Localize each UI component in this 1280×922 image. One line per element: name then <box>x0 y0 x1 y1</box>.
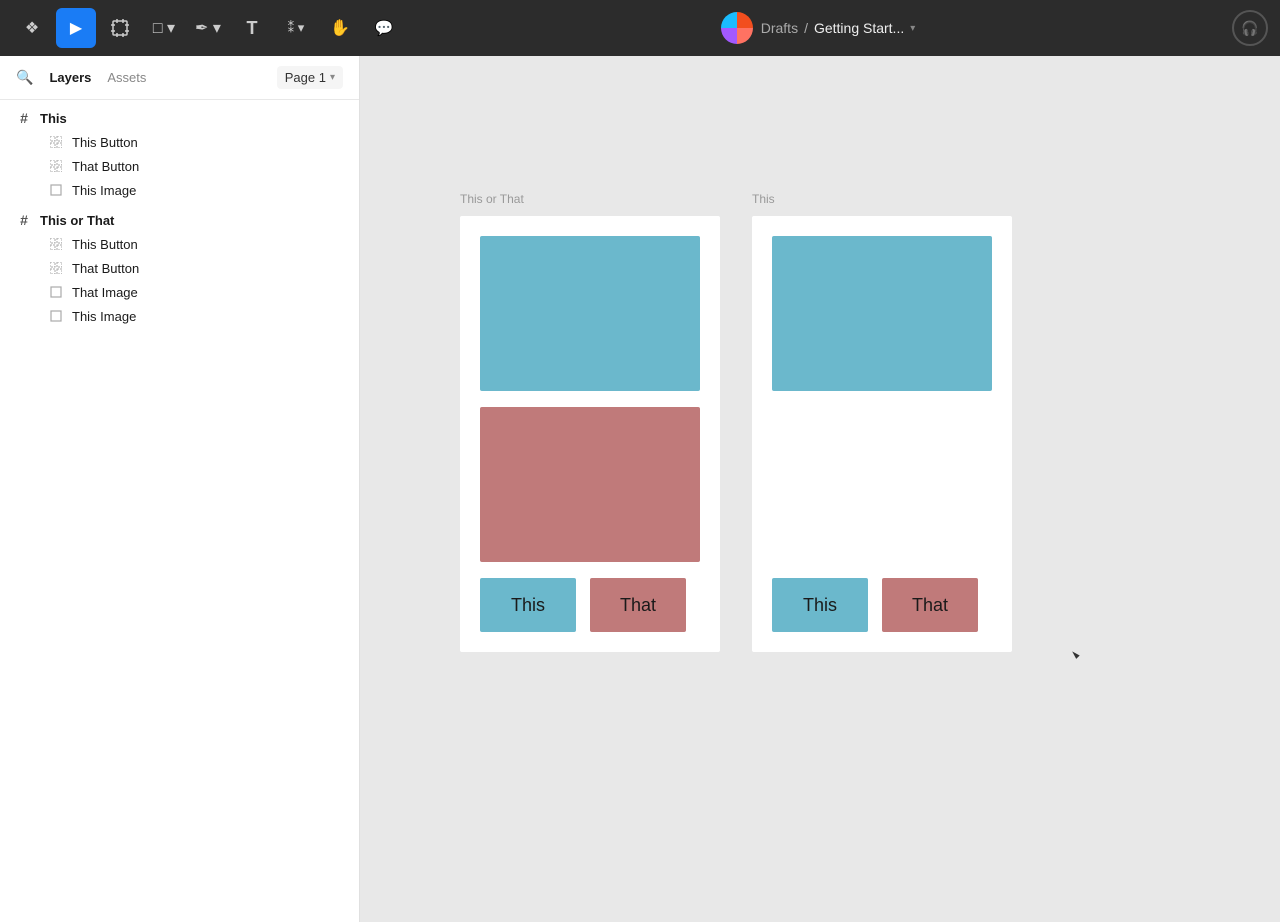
breadcrumb-sep: / <box>804 20 808 36</box>
buttons-row-1: This That <box>480 578 700 632</box>
canvas[interactable]: This or That This That This Th <box>360 56 1280 922</box>
layer-this-image-2[interactable]: This Image <box>0 304 359 328</box>
grid-icon-4 <box>48 260 64 276</box>
layer-that-button-2[interactable]: That Button <box>0 256 359 280</box>
layer-group-this-or-that-label: This or That <box>40 213 114 228</box>
main-area: 🔍 Layers Assets Page 1 ▾ # This This But… <box>0 56 1280 922</box>
hash-icon-this: # <box>16 110 32 126</box>
toolbar: ❖ ▶ □ ▾ ✒ ▾ T ⁑ ▾ ✋ 💬 Drafts / Getting S… <box>0 0 1280 56</box>
select-tool-button[interactable]: ▶ <box>56 8 96 48</box>
layer-that-button-1-label: That Button <box>72 159 139 174</box>
sidebar-header: 🔍 Layers Assets Page 1 ▾ <box>0 56 359 100</box>
tab-assets[interactable]: Assets <box>107 66 146 89</box>
layer-this-image-2-label: This Image <box>72 309 136 324</box>
text-tool-button[interactable]: T <box>232 8 272 48</box>
frame-this[interactable]: This That <box>752 216 1012 652</box>
headphones-button[interactable]: 🎧 <box>1232 10 1268 46</box>
layer-that-image[interactable]: That Image <box>0 280 359 304</box>
figma-logo <box>721 12 753 44</box>
that-button-frame2[interactable]: That <box>882 578 978 632</box>
page-chevron: ▾ <box>330 72 335 83</box>
component-tool-button[interactable]: ❖ <box>12 8 52 48</box>
rect-icon-1 <box>48 182 64 198</box>
page-selector[interactable]: Page 1 ▾ <box>277 66 343 89</box>
sidebar: 🔍 Layers Assets Page 1 ▾ # This This But… <box>0 56 360 922</box>
layer-that-button-2-label: That Button <box>72 261 139 276</box>
this-button-frame1[interactable]: This <box>480 578 576 632</box>
layer-that-button-1[interactable]: That Button <box>0 154 359 178</box>
layer-this-image-1-label: This Image <box>72 183 136 198</box>
breadcrumb-current[interactable]: Getting Start... <box>814 20 904 36</box>
frame-this-or-that-wrapper: This or That This That <box>460 216 720 652</box>
frame-this-or-that-label: This or That <box>460 192 524 206</box>
layer-this-button-2-label: This Button <box>72 237 138 252</box>
comment-tool-button[interactable]: 💬 <box>364 8 404 48</box>
tab-layers[interactable]: Layers <box>49 66 91 89</box>
layer-this-button-2[interactable]: This Button <box>0 232 359 256</box>
breadcrumb-area: Drafts / Getting Start... ▾ <box>721 12 916 44</box>
rect-icon-2 <box>48 284 64 300</box>
layer-group-this[interactable]: # This <box>0 106 359 130</box>
layers-panel: # This This Button That Button This Ima <box>0 100 359 334</box>
layer-that-image-label: That Image <box>72 285 138 300</box>
component-set-button[interactable]: ⁑ ▾ <box>276 8 316 48</box>
page-label: Page 1 <box>285 70 326 85</box>
grid-icon-2 <box>48 158 64 174</box>
breadcrumb: Drafts / Getting Start... ▾ <box>761 20 916 36</box>
grid-icon-3 <box>48 236 64 252</box>
frame-this-wrapper: This This That <box>752 216 1012 652</box>
grid-icon-1 <box>48 134 64 150</box>
frame-this-or-that[interactable]: This That <box>460 216 720 652</box>
layer-this-image-1[interactable]: This Image <box>0 178 359 202</box>
rect-icon-3 <box>48 308 64 324</box>
layer-group-this-label: This <box>40 111 67 126</box>
hash-icon-this-or-that: # <box>16 212 32 228</box>
pink-rect-1 <box>480 407 700 562</box>
canvas-content: This or That This That This Th <box>460 216 1012 652</box>
layer-this-button-1-label: This Button <box>72 135 138 150</box>
search-icon[interactable]: 🔍 <box>16 69 33 86</box>
layer-group-this-or-that[interactable]: # This or That <box>0 208 359 232</box>
shape-tool-button[interactable]: □ ▾ <box>144 8 184 48</box>
hand-tool-button[interactable]: ✋ <box>320 8 360 48</box>
empty-space <box>772 407 992 562</box>
frame-tool-button[interactable] <box>100 8 140 48</box>
blue-rect-1 <box>480 236 700 391</box>
blue-rect-2 <box>772 236 992 391</box>
frame-this-label: This <box>752 192 775 206</box>
cursor <box>1068 646 1080 662</box>
pen-tool-button[interactable]: ✒ ▾ <box>188 8 228 48</box>
layer-this-button-1[interactable]: This Button <box>0 130 359 154</box>
this-button-frame2[interactable]: This <box>772 578 868 632</box>
breadcrumb-drafts[interactable]: Drafts <box>761 20 798 36</box>
toolbar-right: 🎧 <box>1232 10 1268 46</box>
buttons-row-2: This That <box>772 578 992 632</box>
that-button-frame1[interactable]: That <box>590 578 686 632</box>
breadcrumb-chevron[interactable]: ▾ <box>910 23 915 34</box>
